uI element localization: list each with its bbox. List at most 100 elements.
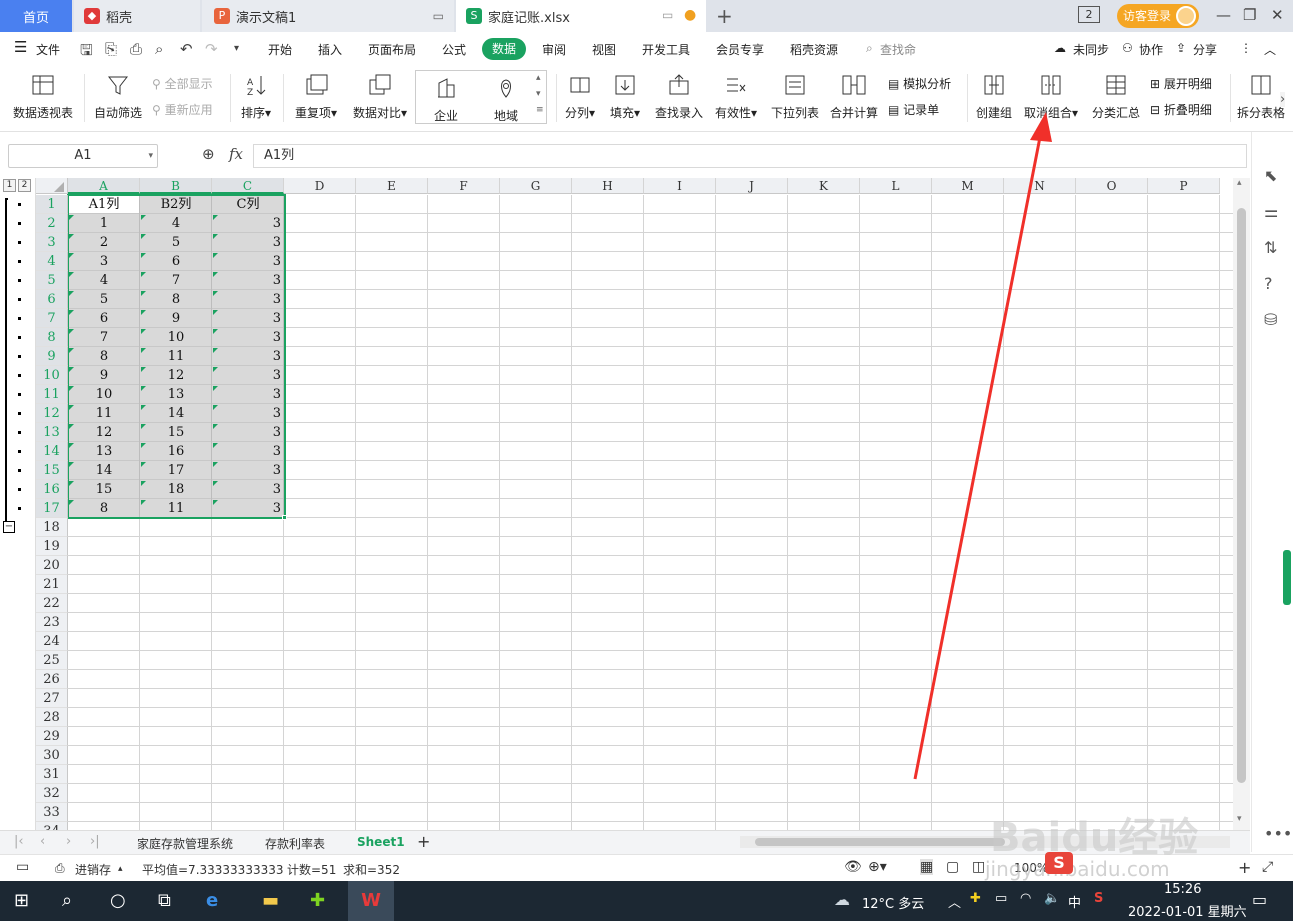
security-app-icon[interactable]: ✚ xyxy=(310,890,325,911)
outline-level-1-button[interactable]: 1 xyxy=(3,179,16,192)
what-if-analysis-button[interactable]: ▤ 模拟分析 xyxy=(888,75,951,92)
last-sheet-icon[interactable]: ›| xyxy=(90,834,100,849)
column-header-j[interactable]: J xyxy=(716,178,788,194)
monitor-icon[interactable]: ▭ xyxy=(433,9,444,23)
column-header-m[interactable]: M xyxy=(932,178,1004,194)
notification-icon[interactable]: ▭ xyxy=(1252,890,1267,909)
cell-c5[interactable]: 3 xyxy=(212,271,284,290)
column-header-e[interactable]: E xyxy=(356,178,428,194)
new-tab-button[interactable]: + xyxy=(716,4,733,28)
lookup-entry-button[interactable]: 查找录入 xyxy=(653,70,705,121)
tray-expand-icon[interactable]: ︿ xyxy=(948,892,961,911)
menu-member[interactable]: 会员专享 xyxy=(716,41,764,58)
column-header-h[interactable]: H xyxy=(572,178,644,194)
next-sheet-icon[interactable]: › xyxy=(66,834,71,849)
menu-developer[interactable]: 开发工具 xyxy=(642,41,690,58)
print-icon[interactable]: ⎙ xyxy=(130,40,142,58)
menu-start[interactable]: 开始 xyxy=(268,41,292,58)
close-icon[interactable]: ✕ xyxy=(1271,6,1284,24)
select-pointer-icon[interactable]: ⬉ xyxy=(1264,166,1277,185)
row-header-29[interactable]: 29 xyxy=(36,727,68,746)
monitor-icon[interactable]: ▭ xyxy=(662,8,673,22)
menu-data[interactable]: 数据 xyxy=(482,38,526,60)
formula-input[interactable]: A1列 xyxy=(253,144,1247,168)
horizontal-scroll-thumb[interactable] xyxy=(755,838,1005,846)
print-preview-icon[interactable]: ⌕ xyxy=(155,40,163,58)
column-header-a[interactable]: A xyxy=(68,178,140,194)
cell-b1[interactable]: B2列 xyxy=(140,195,212,214)
fill-button[interactable]: 填充▾ xyxy=(607,70,643,121)
cell-a8[interactable]: 7 xyxy=(68,328,140,347)
row-header-26[interactable]: 26 xyxy=(36,670,68,689)
collaborate-button[interactable]: 协作 xyxy=(1139,41,1163,58)
row-header-10[interactable]: 10 xyxy=(36,366,68,385)
more-options-icon[interactable]: ••• xyxy=(1264,824,1292,843)
row-header-15[interactable]: 15 xyxy=(36,461,68,480)
cell-a12[interactable]: 11 xyxy=(68,404,140,423)
row-header-14[interactable]: 14 xyxy=(36,442,68,461)
row-header-1[interactable]: 1 xyxy=(36,195,68,214)
page-break-view-icon[interactable]: ◫ xyxy=(972,859,985,875)
clock-date[interactable]: 2022-01-01 星期六 xyxy=(1128,901,1247,920)
split-table-button[interactable]: 拆分表格 xyxy=(1236,70,1286,121)
column-header-b[interactable]: B xyxy=(140,178,212,194)
weather-text[interactable]: 12°C 多云 xyxy=(862,893,924,912)
cell-a6[interactable]: 5 xyxy=(68,290,140,309)
cell-c10[interactable]: 3 xyxy=(212,366,284,385)
row-header-3[interactable]: 3 xyxy=(36,233,68,252)
caret-up-icon[interactable]: ▴ xyxy=(118,864,123,874)
row-header-24[interactable]: 24 xyxy=(36,632,68,651)
cell-c6[interactable]: 3 xyxy=(212,290,284,309)
vertical-scroll-thumb[interactable] xyxy=(1237,208,1246,783)
cell-a3[interactable]: 2 xyxy=(68,233,140,252)
guest-login-button[interactable]: 访客登录 xyxy=(1117,4,1199,28)
subtotal-button[interactable]: 分类汇总 xyxy=(1090,70,1142,121)
cell-b14[interactable]: 16 xyxy=(140,442,212,461)
row-header-19[interactable]: 19 xyxy=(36,537,68,556)
row-header-33[interactable]: 33 xyxy=(36,803,68,822)
sheet-tab-savings-system[interactable]: 家庭存款管理系统 xyxy=(137,835,233,852)
pivot-table-button[interactable]: 数据透视表 xyxy=(12,70,74,121)
sheet-tab-sheet1[interactable]: Sheet1 xyxy=(357,835,405,849)
row-header-12[interactable]: 12 xyxy=(36,404,68,423)
cell-c13[interactable]: 3 xyxy=(212,423,284,442)
row-header-13[interactable]: 13 xyxy=(36,423,68,442)
share-button[interactable]: 分享 xyxy=(1193,41,1217,58)
row-header-30[interactable]: 30 xyxy=(36,746,68,765)
adjust-sliders-icon[interactable]: ⚌ xyxy=(1264,202,1278,221)
column-header-c[interactable]: C xyxy=(212,178,284,194)
cell-b2[interactable]: 4 xyxy=(140,214,212,233)
row-header-8[interactable]: 8 xyxy=(36,328,68,347)
row-header-32[interactable]: 32 xyxy=(36,784,68,803)
autofilter-button[interactable]: 自动筛选 xyxy=(93,70,143,121)
menu-review[interactable]: 审阅 xyxy=(542,41,566,58)
scroll-up-icon[interactable]: ▴ xyxy=(536,73,541,83)
column-header-g[interactable]: G xyxy=(500,178,572,194)
cell-a16[interactable]: 15 xyxy=(68,480,140,499)
more-icon[interactable]: ⋮ xyxy=(1240,41,1252,55)
save-status[interactable]: 进销存 xyxy=(75,861,111,878)
row-header-2[interactable]: 2 xyxy=(36,214,68,233)
normal-view-icon[interactable]: ▦ xyxy=(920,859,934,875)
cell-b9[interactable]: 11 xyxy=(140,347,212,366)
cell-b15[interactable]: 17 xyxy=(140,461,212,480)
backup-icon[interactable]: ⛁ xyxy=(1264,310,1277,329)
cell-c2[interactable]: 3 xyxy=(212,214,284,233)
restore-icon[interactable]: ❐ xyxy=(1243,6,1256,24)
create-group-button[interactable]: 创建组 xyxy=(974,70,1014,121)
tray-ime[interactable]: 中 xyxy=(1068,892,1081,911)
show-all-button[interactable]: ⚲ 全部显示 xyxy=(152,75,213,92)
cell-b5[interactable]: 7 xyxy=(140,271,212,290)
tray-volume-icon[interactable]: 🔈 xyxy=(1044,891,1060,906)
collapse-ribbon-icon[interactable]: ︿ xyxy=(1264,41,1276,58)
expand-gallery-icon[interactable]: ≡ xyxy=(536,105,544,115)
row-header-23[interactable]: 23 xyxy=(36,613,68,632)
sync-status[interactable]: 未同步 xyxy=(1073,41,1109,58)
command-search-input[interactable]: 查找命 xyxy=(880,41,916,58)
collapse-detail-button[interactable]: ⊟ 折叠明细 xyxy=(1150,101,1212,118)
column-header-k[interactable]: K xyxy=(788,178,860,194)
sheet-tab-interest-rates[interactable]: 存款利率表 xyxy=(265,835,325,852)
insert-function-button[interactable]: fx xyxy=(229,145,243,163)
search-icon[interactable]: ⌕ xyxy=(866,41,873,56)
row-header-6[interactable]: 6 xyxy=(36,290,68,309)
